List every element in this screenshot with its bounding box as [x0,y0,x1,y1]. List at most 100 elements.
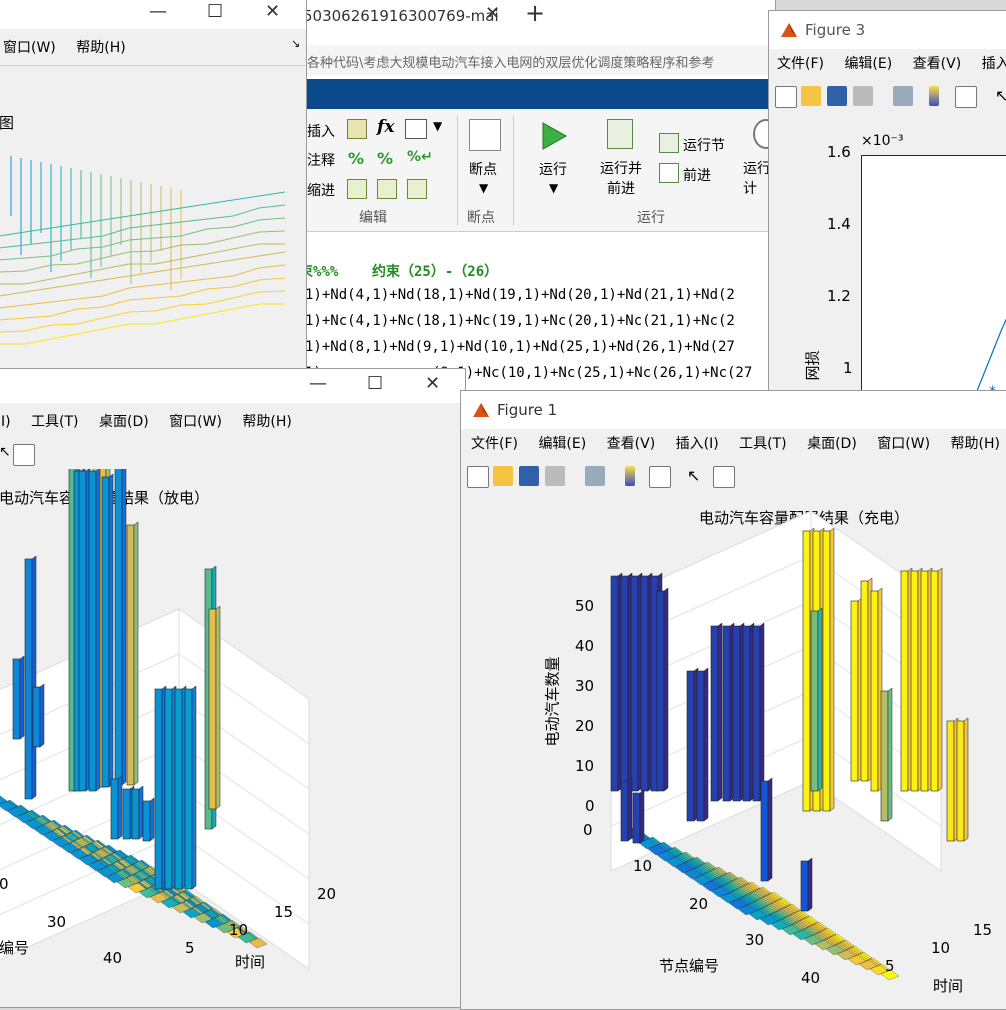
left-figure-titlebar: — ☐ ✕ [0,0,307,29]
run-button[interactable]: 运行 [539,159,567,179]
run-section-button[interactable]: 运行节 [683,135,725,155]
menu-window[interactable]: 窗口(W) [3,37,56,57]
figure3-menubar: 文件(F) 编辑(E) 查看(V) 插入( [769,53,1006,81]
menu-edit[interactable]: 编辑(E) [844,53,892,73]
bar [630,575,639,792]
menu-help[interactable]: 帮助(H) [951,433,1000,453]
colorbar-icon[interactable] [929,86,939,106]
new-figure-icon[interactable] [775,86,797,108]
menu-help[interactable]: 帮助(H) [76,37,125,57]
menu-desktop[interactable]: 桌面(D) [99,411,149,431]
uncomment-icon[interactable]: % [377,149,393,168]
z-axis-label: 电动汽车数量 [543,656,562,747]
x-tick-label: 10 [931,939,951,957]
fx-icon[interactable]: fx [377,117,394,137]
advance-button[interactable]: 前进 [683,165,711,185]
breakpoint-group-label: 断点 [467,210,495,226]
menu-desktop[interactable]: 桌面(D) [807,433,857,453]
link-plot-icon[interactable] [585,466,605,486]
bar [920,570,929,792]
increase-indent-icon[interactable] [377,179,397,199]
bar-side [807,857,813,912]
run-time-button[interactable]: 运行 计 [743,159,771,199]
percent-icon[interactable]: % [348,149,364,168]
menu-window[interactable]: 窗口(W) [169,411,222,431]
left-figure-window: — ☐ ✕ 窗口(W) 帮助(H) ↘ 图 [0,0,308,378]
menu-file[interactable]: 文件(F) [777,53,824,73]
menu-tools[interactable]: 工具(T) [739,433,786,453]
mesh-curve [0,251,286,297]
run-section-icon[interactable] [659,133,679,153]
open-icon[interactable] [801,86,821,106]
tab-close-icon[interactable]: ✕ [485,3,500,24]
menu-insert[interactable]: 插入( [982,53,1006,73]
discharge-toolbar: ↖ [0,439,465,470]
x-tick-label: 5 [185,939,195,957]
pointer-icon[interactable]: ↖ [995,86,1006,106]
bar-side [149,797,155,842]
close-icon[interactable]: ✕ [425,373,440,394]
advance-icon[interactable] [659,163,679,183]
menu-edit[interactable]: 编辑(E) [538,433,586,453]
decrease-indent-icon[interactable] [407,179,427,199]
run-icon[interactable] [540,121,568,151]
bar [822,530,831,812]
minimize-icon[interactable]: — [149,1,167,22]
run-advance-icon[interactable] [607,119,633,149]
bar [752,625,761,802]
x-axis-label: 时间 [235,953,266,971]
legend-icon[interactable] [13,444,35,466]
menu-help[interactable]: 帮助(H) [242,411,291,431]
wrap-comment-icon[interactable]: %↵ [407,149,433,165]
code-line: 1)+Nd(8,1)+Nd(9,1)+Nd(10,1)+Nd(25,1)+Nd(… [306,339,735,355]
legend-icon[interactable] [649,466,671,488]
breakpoint-button[interactable]: 断点 [469,159,497,179]
maximize-icon[interactable]: ☐ [207,1,223,22]
editor-tab-title[interactable]: 50306261916300769-mai [307,7,499,25]
bar-side [887,687,893,822]
link-plot-icon[interactable] [893,86,913,106]
legend-icon[interactable] [955,86,977,108]
new-tab-icon[interactable]: + [525,0,545,27]
breakpoint-icon[interactable] [469,119,501,151]
pointer-icon[interactable]: ↖ [687,466,707,486]
save-icon[interactable] [827,86,847,106]
menu-file[interactable]: 文件(F) [471,433,518,453]
smart-indent-icon[interactable] [347,179,367,199]
bar-side [767,777,773,882]
maximize-icon[interactable]: ☐ [367,373,383,394]
property-inspector-icon[interactable] [713,466,735,488]
function-icon[interactable] [405,119,427,139]
run-dropdown-icon[interactable]: ▼ [549,181,558,195]
bar-side [963,717,969,842]
x-tick-label: 15 [973,921,993,939]
minimize-icon[interactable]: — [309,373,327,394]
menu-window[interactable]: 窗口(W) [877,433,930,453]
print-icon[interactable] [545,466,565,486]
menu-view[interactable]: 查看(V) [913,53,962,73]
bar [78,470,87,792]
dock-arrow-icon[interactable]: ↘ [291,37,300,50]
menu-insert[interactable]: I) [1,414,11,430]
x-tick-label: 10 [229,921,249,939]
breakpoint-dropdown-icon[interactable]: ▼ [479,181,488,195]
new-figure-icon[interactable] [467,466,489,488]
menu-view[interactable]: 查看(V) [607,433,656,453]
z-tick-label: 20 [575,717,595,735]
dropdown-icon[interactable]: ▼ [433,119,442,133]
bar [722,625,731,802]
save-icon[interactable] [519,466,539,486]
open-icon[interactable] [493,466,513,486]
figure3-line: * [969,318,1006,409]
colorbar-icon[interactable] [625,466,635,486]
insert-button[interactable]: 插入 [307,121,335,141]
mesh-curve [0,290,286,333]
menu-insert[interactable]: 插入(I) [676,433,719,453]
code-line-comment: 束%%% 约束（25）-（26） [306,264,499,280]
indent-button[interactable]: 缩进 [307,180,335,200]
run-advance-button[interactable]: 运行并 前进 [600,159,642,199]
menu-tools[interactable]: 工具(T) [31,411,78,431]
comment-button[interactable]: 注释 [307,150,335,170]
print-icon[interactable] [853,86,873,106]
close-icon[interactable]: ✕ [265,1,280,22]
